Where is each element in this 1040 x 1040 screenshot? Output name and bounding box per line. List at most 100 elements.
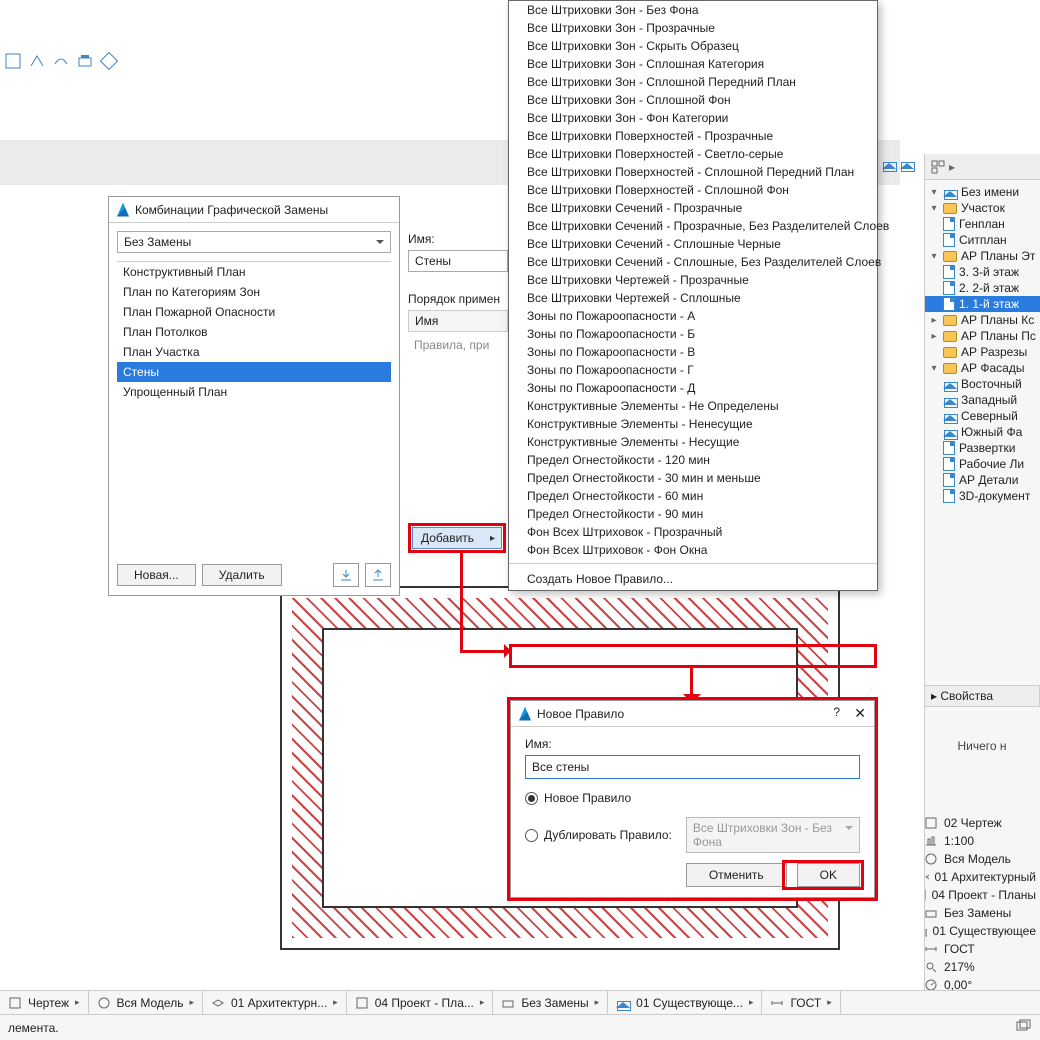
- tree-node[interactable]: Западный: [925, 392, 1040, 408]
- close-button[interactable]: ✕: [854, 705, 866, 722]
- status-row[interactable]: 02 Чертеж: [920, 814, 1040, 832]
- status-row[interactable]: 217%: [920, 958, 1040, 976]
- dropdown-item[interactable]: Зоны по Пожароопасности - Г: [509, 361, 877, 379]
- duplicate-rule-radio[interactable]: [525, 829, 538, 842]
- tree-node[interactable]: 1. 1-й этаж: [925, 296, 1040, 312]
- tree-node[interactable]: 2. 2-й этаж: [925, 280, 1040, 296]
- create-new-rule-item[interactable]: Создать Новое Правило...: [509, 568, 877, 590]
- dropdown-item[interactable]: Все Штриховки Сечений - Прозрачные: [509, 199, 877, 217]
- status-row[interactable]: 04 Проект - Планы: [920, 886, 1040, 904]
- override-list-item[interactable]: План Участка: [117, 342, 391, 362]
- dropdown-item[interactable]: Зоны по Пожароопасности - А: [509, 307, 877, 325]
- tree-node[interactable]: Генплан: [925, 216, 1040, 232]
- rule-name-input[interactable]: [525, 755, 860, 779]
- dropdown-item[interactable]: Все Штриховки Сечений - Прозрачные, Без …: [509, 217, 877, 235]
- dialog-titlebar[interactable]: Комбинации Графической Замены: [109, 197, 399, 223]
- window-controls[interactable]: [1016, 1019, 1032, 1036]
- dropdown-item[interactable]: Все Штриховки Зон - Скрыть Образец: [509, 37, 877, 55]
- import-button[interactable]: [333, 563, 359, 587]
- export-button[interactable]: [365, 563, 391, 587]
- bottom-seg-model[interactable]: Вся Модель▸: [89, 991, 203, 1014]
- dialog-titlebar[interactable]: Новое Правило ? ✕: [511, 701, 874, 727]
- override-list[interactable]: Конструктивный ПланПлан по Категориям Зо…: [117, 261, 391, 402]
- bottom-seg-renovation[interactable]: 01 Существующе...▸: [608, 991, 762, 1014]
- override-list-item[interactable]: План Пожарной Опасности: [117, 302, 391, 322]
- bottom-seg-dimension[interactable]: ГОСТ▸: [762, 991, 840, 1014]
- tool-icon[interactable]: [100, 52, 118, 70]
- tree-node[interactable]: ▸АР Планы Пс: [925, 328, 1040, 344]
- tree-node[interactable]: АР Разрезы: [925, 344, 1040, 360]
- house-icon[interactable]: [900, 158, 914, 170]
- status-row[interactable]: 01 Архитектурный: [920, 868, 1040, 886]
- tree-icon[interactable]: [931, 160, 945, 174]
- dropdown-item[interactable]: Все Штриховки Зон - Сплошной Передний Пл…: [509, 73, 877, 91]
- dropdown-item[interactable]: Зоны по Пожароопасности - Д: [509, 379, 877, 397]
- dropdown-item[interactable]: Все Штриховки Зон - Сплошной Фон: [509, 91, 877, 109]
- tool-icon[interactable]: [76, 52, 94, 70]
- tool-icon[interactable]: [4, 52, 22, 70]
- status-row[interactable]: Без Замены: [920, 904, 1040, 922]
- override-list-item[interactable]: Упрощенный План: [117, 382, 391, 402]
- status-row[interactable]: 01 Существующее: [920, 922, 1040, 940]
- chevron-right-icon[interactable]: ▸: [949, 160, 955, 174]
- tree-node[interactable]: Ситплан: [925, 232, 1040, 248]
- dropdown-item[interactable]: Фон Всех Штриховок - Прозрачный: [509, 523, 877, 541]
- dropdown-item[interactable]: Все Штриховки Поверхностей - Светло-серы…: [509, 145, 877, 163]
- dropdown-item[interactable]: Все Штриховки Зон - Сплошная Категория: [509, 55, 877, 73]
- dropdown-item[interactable]: Конструктивные Элементы - Ненесущие: [509, 415, 877, 433]
- tool-icon[interactable]: [52, 52, 70, 70]
- dropdown-item[interactable]: Все Штриховки Сечений - Сплошные Черные: [509, 235, 877, 253]
- tree-node[interactable]: Восточный: [925, 376, 1040, 392]
- dropdown-item[interactable]: Все Штриховки Чертежей - Прозрачные: [509, 271, 877, 289]
- tree-node[interactable]: ▸АР Планы Кс: [925, 312, 1040, 328]
- bottom-seg-penset[interactable]: 04 Проект - Пла...▸: [347, 991, 494, 1014]
- tree-node[interactable]: АР Детали: [925, 472, 1040, 488]
- project-tree[interactable]: ▾Без имени ▾УчастокГенпланСитплан▾АР Пла…: [925, 180, 1040, 508]
- new-rule-radio[interactable]: [525, 792, 538, 805]
- dropdown-item[interactable]: Предел Огнестойкости - 90 мин: [509, 505, 877, 523]
- dropdown-item[interactable]: Все Штриховки Поверхностей - Сплошной Фо…: [509, 181, 877, 199]
- cancel-button[interactable]: Отменить: [686, 863, 787, 887]
- override-list-item[interactable]: План по Категориям Зон: [117, 282, 391, 302]
- dropdown-item[interactable]: Конструктивные Элементы - Не Определены: [509, 397, 877, 415]
- dropdown-item[interactable]: Зоны по Пожароопасности - Б: [509, 325, 877, 343]
- dropdown-item[interactable]: Все Штриховки Чертежей - Сплошные: [509, 289, 877, 307]
- bottom-seg-override[interactable]: Без Замены▸: [493, 991, 608, 1014]
- tree-root[interactable]: ▾Без имени: [925, 184, 1040, 200]
- add-button[interactable]: Добавить: [412, 527, 502, 549]
- dropdown-item[interactable]: Фон Всех Штриховок - Фон Окна: [509, 541, 877, 559]
- delete-button[interactable]: Удалить: [202, 564, 282, 586]
- bottom-seg-layer[interactable]: 01 Архитектурн...▸: [203, 991, 347, 1014]
- dropdown-item[interactable]: Предел Огнестойкости - 120 мин: [509, 451, 877, 469]
- status-row[interactable]: 1:100: [920, 832, 1040, 850]
- rules-dropdown-menu[interactable]: Все Штриховки Зон - Без ФонаВсе Штриховк…: [508, 0, 878, 591]
- tree-node[interactable]: Развертки: [925, 440, 1040, 456]
- tree-node[interactable]: ▾АР Планы Эт: [925, 248, 1040, 264]
- override-list-item[interactable]: Стены: [117, 362, 391, 382]
- tree-node[interactable]: 3. 3-й этаж: [925, 264, 1040, 280]
- name-input[interactable]: Стены: [408, 250, 508, 272]
- new-button[interactable]: Новая...: [117, 564, 196, 586]
- override-list-item[interactable]: Конструктивный План: [117, 262, 391, 282]
- dropdown-item[interactable]: Все Штриховки Зон - Без Фона: [509, 1, 877, 19]
- status-row[interactable]: Вся Модель: [920, 850, 1040, 868]
- tree-node[interactable]: Южный Фа: [925, 424, 1040, 440]
- override-list-item[interactable]: План Потолков: [117, 322, 391, 342]
- tree-node[interactable]: Рабочие Ли: [925, 456, 1040, 472]
- override-combo[interactable]: Без Замены: [117, 231, 391, 253]
- status-row[interactable]: ГОСТ: [920, 940, 1040, 958]
- dropdown-item[interactable]: Все Штриховки Сечений - Сплошные, Без Ра…: [509, 253, 877, 271]
- tree-node[interactable]: ▾Участок: [925, 200, 1040, 216]
- dropdown-item[interactable]: Все Штриховки Зон - Фон Категории: [509, 109, 877, 127]
- tool-icon[interactable]: [28, 52, 46, 70]
- tree-node[interactable]: ▾АР Фасады: [925, 360, 1040, 376]
- dropdown-item[interactable]: Все Штриховки Зон - Прозрачные: [509, 19, 877, 37]
- house-icon[interactable]: [882, 158, 896, 170]
- dropdown-item[interactable]: Все Штриховки Поверхностей - Прозрачные: [509, 127, 877, 145]
- dropdown-item[interactable]: Все Штриховки Поверхностей - Сплошной Пе…: [509, 163, 877, 181]
- tree-node[interactable]: 3D-документ: [925, 488, 1040, 504]
- dropdown-item[interactable]: Предел Огнестойкости - 30 мин и меньше: [509, 469, 877, 487]
- tree-node[interactable]: Северный: [925, 408, 1040, 424]
- navigator-toolbar[interactable]: ▸: [925, 154, 1040, 180]
- dropdown-item[interactable]: Конструктивные Элементы - Несущие: [509, 433, 877, 451]
